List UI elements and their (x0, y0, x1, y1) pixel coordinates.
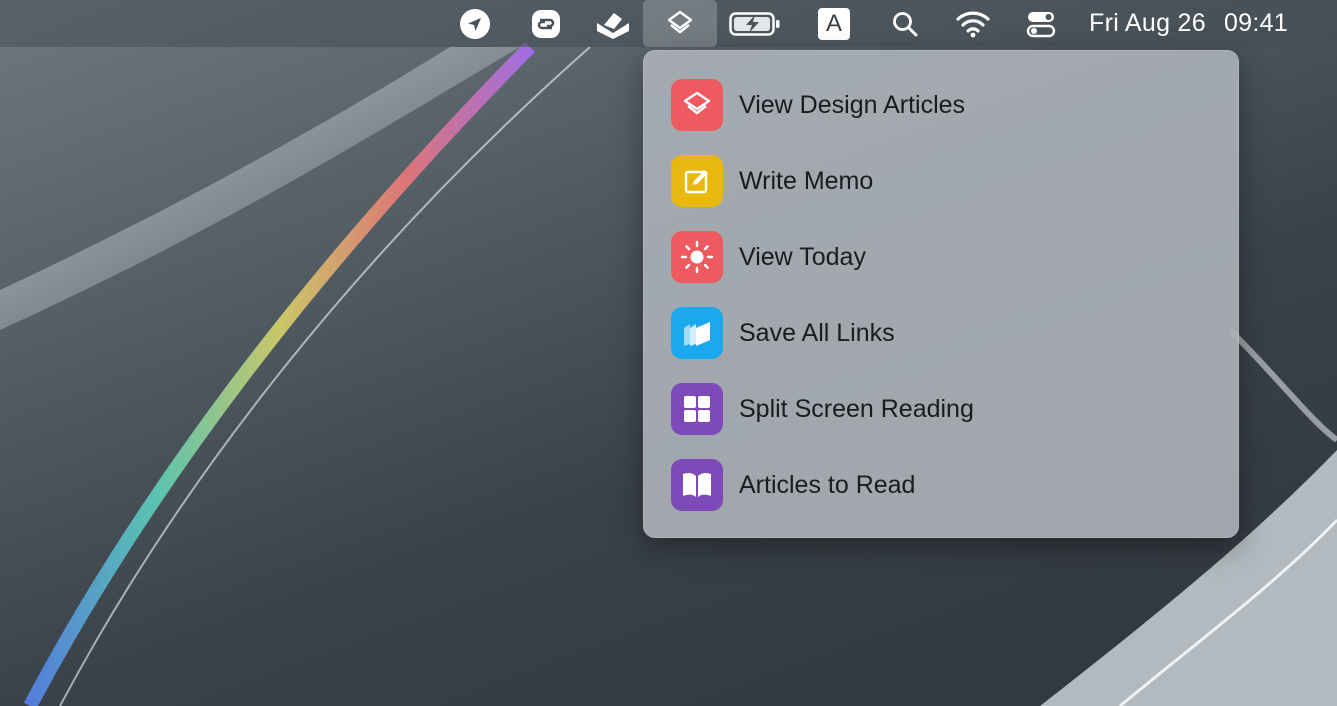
grid-icon (671, 383, 723, 435)
input-source-icon[interactable]: A (815, 0, 853, 47)
stacked-books-icon (671, 307, 723, 359)
clock[interactable]: Fri Aug 26 09:41 (1089, 0, 1288, 47)
date-text: Fri Aug 26 (1089, 9, 1206, 37)
menu-item-write-memo[interactable]: Write Memo (655, 148, 1227, 214)
open-book-icon (671, 459, 723, 511)
time-text: 09:41 (1223, 9, 1289, 37)
compose-icon (671, 155, 723, 207)
menu-item-articles-to-read[interactable]: Articles to Read (655, 452, 1227, 518)
menu-item-label: Write Memo (739, 166, 874, 195)
wifi-icon[interactable] (953, 0, 993, 47)
menu-item-view-design-articles[interactable]: View Design Articles (655, 72, 1227, 138)
search-icon[interactable] (887, 0, 923, 47)
shortcuts-app-icon[interactable] (526, 0, 566, 47)
menu-item-save-all-links[interactable]: Save All Links (655, 300, 1227, 366)
shortcut-layers-icon (671, 79, 723, 131)
reading-tray-icon[interactable] (592, 0, 634, 47)
shortcuts-layers-icon[interactable] (643, 0, 717, 47)
menu-item-view-today[interactable]: View Today (655, 224, 1227, 290)
sun-icon (671, 231, 723, 283)
menu-item-label: Articles to Read (739, 470, 916, 499)
menu-item-label: Split Screen Reading (739, 394, 974, 423)
battery-charging-icon (727, 0, 783, 47)
menu-item-label: Save All Links (739, 318, 895, 347)
menu-item-split-screen-reading[interactable]: Split Screen Reading (655, 376, 1227, 442)
control-center-icon[interactable] (1022, 0, 1060, 47)
menu-bar: A Fri Aug 26 09:41 (0, 0, 1337, 47)
location-arrow-icon[interactable] (455, 0, 495, 47)
input-source-label: A (818, 7, 850, 40)
menu-item-label: View Design Articles (739, 90, 966, 119)
menu-item-label: View Today (739, 242, 866, 271)
shortcuts-menu: View Design Articles Write Memo View Tod… (643, 50, 1239, 538)
